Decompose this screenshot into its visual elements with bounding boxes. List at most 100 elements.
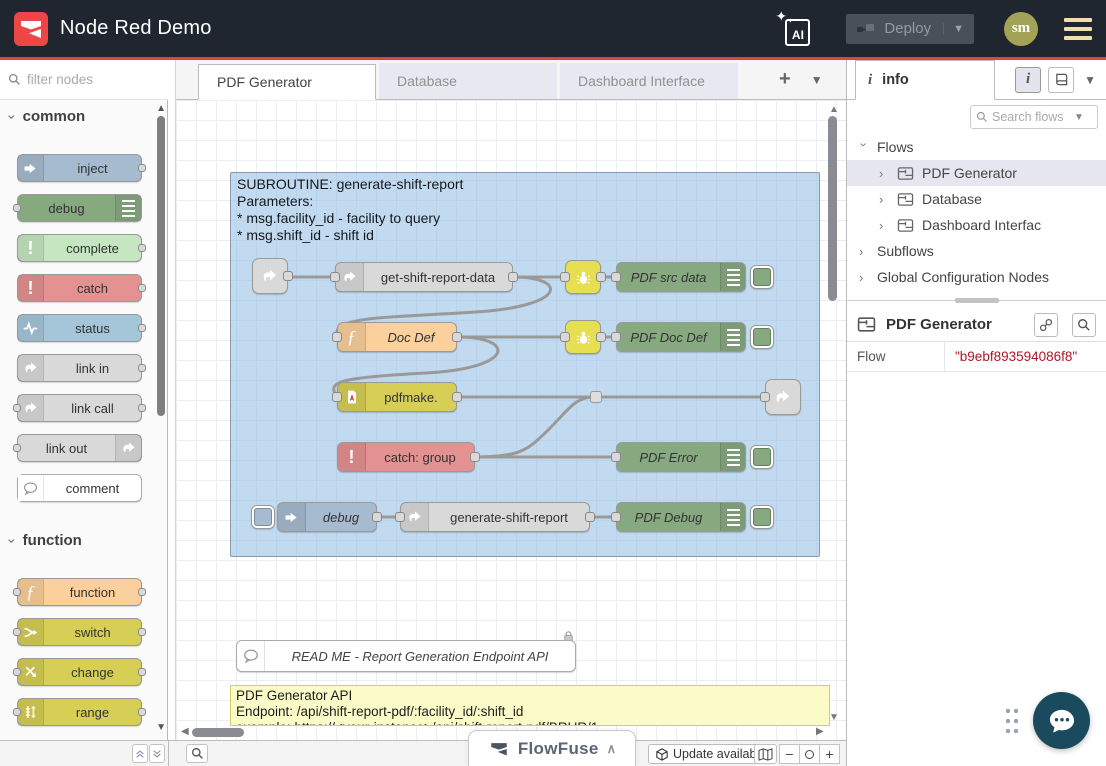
output-port[interactable] bbox=[138, 708, 146, 716]
node-pdf-doc-def[interactable]: PDF Doc Def bbox=[616, 322, 746, 352]
node-inject-debug[interactable]: debug bbox=[277, 502, 377, 532]
output-port[interactable] bbox=[452, 332, 462, 342]
node-get-shift-report-data[interactable]: get-shift-report-data bbox=[335, 262, 513, 292]
node-link-in[interactable] bbox=[252, 258, 288, 294]
palette-node-status[interactable]: status bbox=[17, 314, 142, 342]
canvas-scroll-down-arrow[interactable]: ▼ bbox=[829, 712, 839, 723]
tree-flow-database[interactable]: › Database bbox=[847, 186, 1106, 212]
category-common[interactable]: › common bbox=[10, 108, 85, 125]
search-node-button[interactable] bbox=[1072, 313, 1096, 337]
input-port[interactable] bbox=[13, 708, 21, 716]
input-port[interactable] bbox=[332, 392, 342, 402]
palette-node-inject[interactable]: inject bbox=[17, 154, 142, 182]
canvas-scroll-up-arrow[interactable]: ▲ bbox=[829, 104, 839, 115]
output-port[interactable] bbox=[138, 244, 146, 252]
info-panel-button[interactable]: i bbox=[1015, 67, 1041, 93]
node-pdf-error[interactable]: PDF Error bbox=[616, 442, 746, 472]
input-port[interactable] bbox=[13, 204, 21, 212]
palette-node-link-in[interactable]: link in bbox=[17, 354, 142, 382]
input-port[interactable] bbox=[611, 512, 621, 522]
node-trace-bug-2[interactable] bbox=[565, 320, 601, 354]
add-tab-button[interactable]: + bbox=[773, 68, 797, 91]
node-catch-group[interactable]: ! catch: group bbox=[337, 442, 475, 472]
search-flows-box[interactable]: ▼ bbox=[970, 105, 1098, 129]
filter-nodes-input[interactable] bbox=[27, 72, 147, 87]
tab-dashboard-interface[interactable]: Dashboard Interface bbox=[560, 63, 738, 99]
tab-pdf-generator[interactable]: PDF Generator bbox=[198, 64, 376, 100]
palette-node-complete[interactable]: ! complete bbox=[17, 234, 142, 262]
node-comment-readme[interactable]: READ ME - Report Generation Endpoint API bbox=[236, 640, 576, 672]
canvas-vertical-scrollbar-thumb[interactable] bbox=[828, 116, 837, 301]
ai-assistant-button[interactable]: ✦ ✦ AI bbox=[774, 10, 812, 48]
output-port[interactable] bbox=[138, 364, 146, 372]
splitter-grip[interactable] bbox=[955, 298, 999, 303]
output-port[interactable] bbox=[138, 588, 146, 596]
node-generate-shift-report[interactable]: generate-shift-report bbox=[400, 502, 590, 532]
output-port[interactable] bbox=[372, 512, 382, 522]
tab-database[interactable]: Database bbox=[379, 63, 557, 99]
help-book-button[interactable] bbox=[1048, 67, 1074, 93]
search-options-caret[interactable]: ▼ bbox=[1074, 112, 1084, 123]
tab-list-caret[interactable]: ▼ bbox=[811, 73, 823, 87]
debug-toggle-button[interactable] bbox=[750, 325, 774, 349]
input-port[interactable] bbox=[611, 272, 621, 282]
debug-toggle-button[interactable] bbox=[750, 265, 774, 289]
input-port[interactable] bbox=[13, 628, 21, 636]
palette-node-switch[interactable]: switch bbox=[17, 618, 142, 646]
deploy-dropdown-caret[interactable]: ▼ bbox=[943, 23, 964, 35]
canvas-scroll-right-arrow[interactable]: ▶ bbox=[816, 726, 824, 737]
input-port[interactable] bbox=[330, 272, 340, 282]
tree-flows[interactable]: › Flows bbox=[847, 134, 1106, 160]
palette-scroll-up-arrow[interactable]: ▲ bbox=[156, 103, 166, 114]
output-port[interactable] bbox=[508, 272, 518, 282]
node-trace-bug-1[interactable] bbox=[565, 260, 601, 294]
flowfuse-toolbar-button[interactable]: FlowFuse ∧ bbox=[468, 730, 636, 766]
input-port[interactable] bbox=[560, 332, 570, 342]
zoom-out-button[interactable]: − bbox=[779, 744, 800, 764]
tree-global-configuration-nodes[interactable]: › Global Configuration Nodes bbox=[847, 264, 1106, 290]
input-port[interactable] bbox=[332, 332, 342, 342]
input-port[interactable] bbox=[395, 512, 405, 522]
workspace-search-button[interactable] bbox=[186, 744, 208, 763]
tree-flow-pdf-generator[interactable]: › PDF Generator bbox=[847, 160, 1106, 186]
palette-node-catch[interactable]: ! catch bbox=[17, 274, 142, 302]
zoom-reset-button[interactable] bbox=[799, 744, 820, 764]
node-doc-def[interactable]: ƒ Doc Def bbox=[337, 322, 457, 352]
input-port[interactable] bbox=[611, 332, 621, 342]
input-port[interactable] bbox=[760, 392, 770, 402]
palette-node-change[interactable]: change bbox=[17, 658, 142, 686]
canvas-scroll-left-arrow[interactable]: ◀ bbox=[181, 726, 189, 737]
deploy-button[interactable]: Deploy ▼ bbox=[846, 14, 974, 44]
palette-node-range[interactable]: range bbox=[17, 698, 142, 726]
tree-subflows[interactable]: › Subflows bbox=[847, 238, 1106, 264]
category-function[interactable]: › function bbox=[10, 532, 82, 549]
debug-toggle-button[interactable] bbox=[750, 445, 774, 469]
node-pdf-src-data[interactable]: PDF src data bbox=[616, 262, 746, 292]
sidebar-tabs-caret[interactable]: ▼ bbox=[1084, 73, 1096, 87]
minimap-toggle-button[interactable] bbox=[754, 744, 777, 764]
palette-node-link-out[interactable]: link out bbox=[17, 434, 142, 462]
node-pdfmake[interactable]: pdfmake. bbox=[337, 382, 457, 412]
chat-drag-handle-icon[interactable] bbox=[1004, 706, 1020, 734]
output-port[interactable] bbox=[138, 284, 146, 292]
output-port[interactable] bbox=[138, 628, 146, 636]
wire-junction[interactable] bbox=[590, 391, 602, 403]
tree-flow-dashboard-interface[interactable]: › Dashboard Interfac bbox=[847, 212, 1106, 238]
output-port[interactable] bbox=[596, 272, 606, 282]
output-port[interactable] bbox=[138, 324, 146, 332]
tab-info[interactable]: i info bbox=[855, 60, 995, 100]
inject-button[interactable] bbox=[251, 505, 275, 529]
chat-widget-button[interactable] bbox=[1033, 692, 1090, 749]
expand-categories-button[interactable] bbox=[149, 744, 165, 763]
node-pdf-debug[interactable]: PDF Debug bbox=[616, 502, 746, 532]
output-port[interactable] bbox=[138, 668, 146, 676]
input-port[interactable] bbox=[13, 444, 21, 452]
palette-node-debug[interactable]: debug bbox=[17, 194, 142, 222]
input-port[interactable] bbox=[13, 668, 21, 676]
output-port[interactable] bbox=[452, 392, 462, 402]
flow-canvas[interactable]: SUBROUTINE: generate-shift-report Parame… bbox=[176, 100, 846, 740]
output-port[interactable] bbox=[585, 512, 595, 522]
search-flows-input[interactable] bbox=[992, 110, 1070, 124]
output-port[interactable] bbox=[138, 404, 146, 412]
output-port[interactable] bbox=[596, 332, 606, 342]
